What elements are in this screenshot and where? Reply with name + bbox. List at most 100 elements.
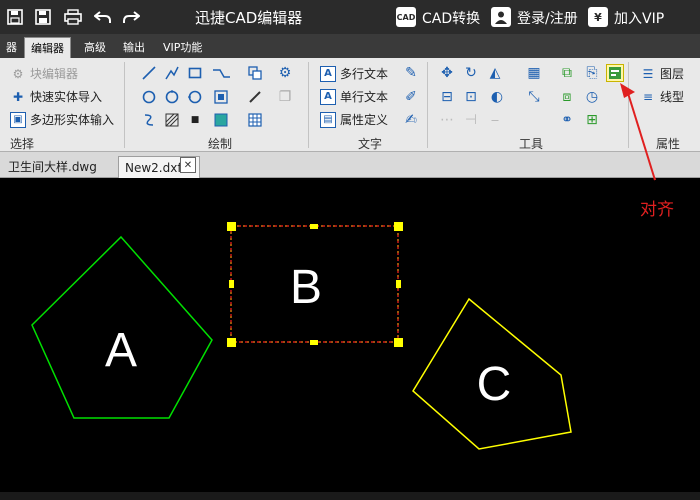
- tab-vip-features[interactable]: VIP功能: [157, 37, 208, 58]
- grip-handle: [227, 222, 236, 231]
- text-edit-icon[interactable]: ✐: [402, 88, 420, 106]
- grip-handle: [394, 222, 403, 231]
- undo-icon[interactable]: [92, 6, 114, 28]
- scale-icon[interactable]: ⤡: [525, 88, 543, 106]
- login-register-button[interactable]: 登录/注册: [517, 8, 578, 28]
- fill-color-icon[interactable]: ◐: [488, 88, 506, 106]
- multiline-text-icon: A: [320, 65, 336, 82]
- move-icon[interactable]: ✥: [438, 64, 456, 82]
- attribute-definition-button[interactable]: ▤ 属性定义: [320, 111, 388, 128]
- shape-a-label: A: [105, 324, 137, 377]
- insert-block-icon[interactable]: ⊞: [583, 111, 601, 129]
- polygon-entity-input-button[interactable]: ▣ 多边形实体输入: [10, 111, 114, 128]
- annotation-arrow-head: [620, 83, 656, 181]
- point-tool-icon[interactable]: ■: [186, 111, 204, 129]
- user-icon[interactable]: [491, 7, 511, 27]
- grip-handle: [396, 280, 401, 288]
- save-as-icon[interactable]: [32, 6, 54, 28]
- trim-icon[interactable]: ⊟: [438, 88, 456, 106]
- polyline-tool-icon[interactable]: [163, 64, 181, 82]
- block-editor-label: 块编辑器: [30, 67, 79, 81]
- grip-handle: [227, 338, 236, 347]
- close-tab-icon[interactable]: ✕: [180, 157, 196, 173]
- block-editor-icon: ⚙: [12, 66, 24, 81]
- disabled-copy-icon[interactable]: ❐: [276, 88, 294, 106]
- line-tool-icon[interactable]: [140, 64, 158, 82]
- group-label-tools: 工具: [519, 137, 544, 151]
- shape-b-label: B: [290, 261, 322, 314]
- spline-tool-icon[interactable]: [212, 64, 230, 82]
- cad-convert-icon[interactable]: CAD: [396, 7, 416, 27]
- mirror-icon[interactable]: ◭: [486, 64, 504, 82]
- curve-tool-icon[interactable]: [140, 111, 158, 129]
- hatch-tool-icon[interactable]: [212, 88, 230, 106]
- join-vip-button[interactable]: 加入VIP: [614, 8, 664, 28]
- single-line-text-button[interactable]: A 单行文本: [320, 88, 388, 105]
- ribbon-panel: ⚙ 块编辑器 ✚ 快速实体导入 ▣ 多边形实体输入 选择 ⚙ ❐ ■ 绘制 A …: [0, 58, 700, 152]
- text-style-icon[interactable]: ✎: [402, 64, 420, 82]
- document-tab-bar: 卫生间大样.dwg New2.dxf ✕: [0, 152, 700, 178]
- ribbon-tab-bar: 器 编辑器 高级 输出 VIP功能: [0, 34, 700, 58]
- save-icon[interactable]: [4, 6, 26, 28]
- multiline-text-button[interactable]: A 多行文本: [320, 65, 388, 82]
- grip-handle: [394, 338, 403, 347]
- cad-convert-button[interactable]: CAD转换: [422, 8, 480, 28]
- rectangle-tool-icon[interactable]: [186, 64, 204, 82]
- title-bar: 迅捷CAD编辑器 CAD CAD转换 登录/注册 ¥ 加入VIP: [0, 0, 700, 34]
- attribute-definition-label: 属性定义: [340, 113, 389, 127]
- group-divider: [427, 62, 428, 148]
- drawing-canvas[interactable]: A B C: [0, 178, 700, 500]
- attribute-definition-icon: ▤: [320, 111, 336, 128]
- bottom-status-strip: [0, 492, 700, 500]
- doc-tab-bathroom[interactable]: 卫生间大样.dwg: [2, 156, 103, 178]
- annotation-align-label: 对齐: [640, 200, 674, 220]
- group-label-select: 选择: [10, 137, 35, 151]
- quick-entity-import-label: 快速实体导入: [30, 90, 103, 104]
- print-icon[interactable]: [62, 6, 84, 28]
- circle-tool-icon[interactable]: [140, 88, 158, 106]
- join-icon[interactable]: ⎯: [486, 111, 504, 129]
- hatch-pattern-icon[interactable]: [163, 111, 181, 129]
- extend-icon[interactable]: ⊡: [462, 88, 480, 106]
- grip-handle: [310, 224, 318, 229]
- vip-icon[interactable]: ¥: [588, 7, 608, 27]
- gear-settings-icon[interactable]: ⚙: [276, 64, 294, 82]
- redo-icon[interactable]: [120, 6, 142, 28]
- doc-tab-new2-label: New2.dxf: [125, 161, 182, 175]
- group-label-text: 文字: [358, 137, 383, 151]
- tab-partial[interactable]: 器: [0, 37, 23, 58]
- tab-output[interactable]: 输出: [117, 37, 151, 58]
- app-title: 迅捷CAD编辑器: [195, 9, 303, 27]
- single-line-text-label: 单行文本: [340, 90, 389, 104]
- explode-icon[interactable]: ⎘: [583, 64, 601, 82]
- polygon-entity-input-label: 多边形实体输入: [30, 113, 115, 127]
- break-icon[interactable]: ⊣: [462, 111, 480, 129]
- group-icon[interactable]: ⧉: [558, 64, 576, 82]
- group-divider: [308, 62, 309, 148]
- arc-tool-icon[interactable]: [186, 88, 204, 106]
- text-find-icon[interactable]: ✍: [402, 111, 420, 129]
- rotate-icon[interactable]: ↻: [462, 64, 480, 82]
- image-tool-icon[interactable]: [212, 111, 230, 129]
- brush-tool-icon[interactable]: [246, 88, 264, 106]
- block-editor-button[interactable]: ⚙ 块编辑器: [10, 65, 78, 82]
- circle-2p-tool-icon[interactable]: [163, 88, 181, 106]
- quick-entity-import-button[interactable]: ✚ 快速实体导入: [10, 88, 102, 105]
- multiline-text-label: 多行文本: [340, 67, 389, 81]
- measure-icon[interactable]: ◷: [583, 88, 601, 106]
- grip-handle: [229, 280, 234, 288]
- tab-advanced[interactable]: 高级: [78, 37, 112, 58]
- combine-icon[interactable]: ⚭: [558, 111, 576, 129]
- array-icon[interactable]: ▦: [525, 64, 543, 82]
- plus-icon: ✚: [12, 89, 24, 104]
- group-divider: [124, 62, 125, 148]
- grip-handle: [310, 340, 318, 345]
- copy-tool-icon[interactable]: [246, 64, 264, 82]
- shape-c-label: C: [477, 358, 512, 411]
- table-tool-icon[interactable]: [246, 111, 264, 129]
- ungroup-icon[interactable]: ⧈: [558, 88, 576, 106]
- single-line-text-icon: A: [320, 88, 336, 105]
- offset-icon[interactable]: ⋯: [438, 111, 456, 129]
- polygon-input-icon: ▣: [10, 111, 26, 128]
- tab-editor[interactable]: 编辑器: [24, 37, 71, 58]
